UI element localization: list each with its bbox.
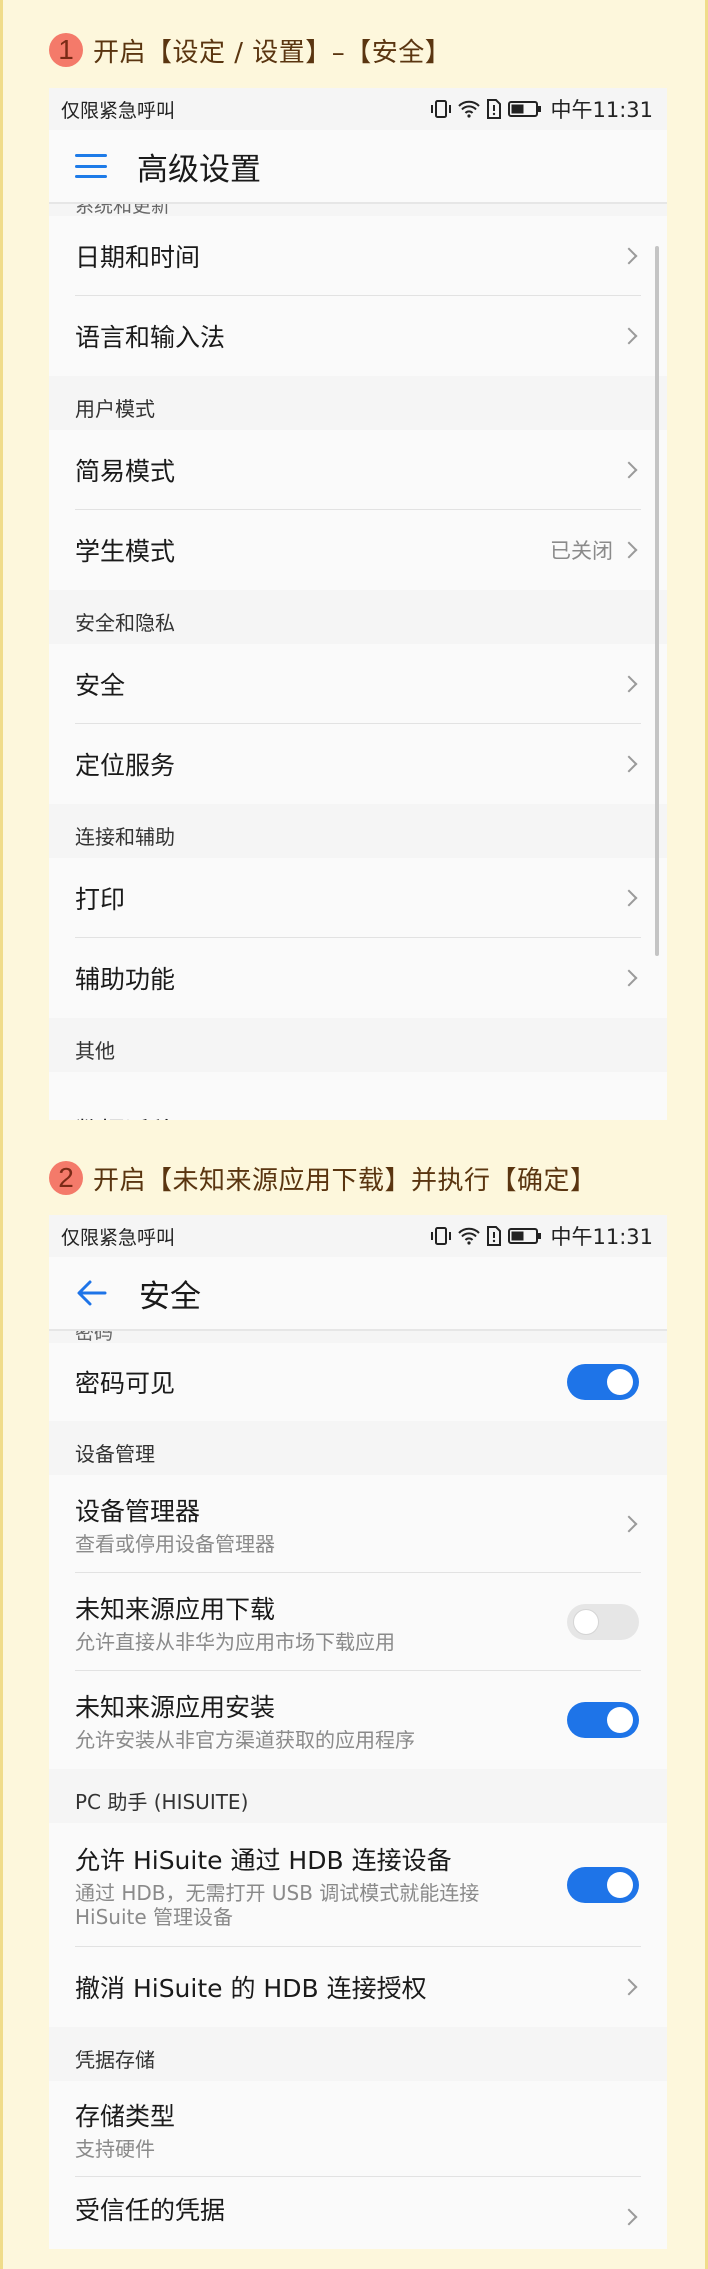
item-subtitle: 通过 HDB，无需打开 USB 调试模式就能连接 HiSuite 管理设备: [75, 1881, 480, 1929]
settings-item-security[interactable]: 安全: [49, 644, 667, 724]
settings-item-location[interactable]: 定位服务: [49, 724, 667, 804]
item-label: 设备管理器: [75, 1497, 201, 1526]
settings-item-simple-mode[interactable]: 简易模式: [49, 430, 667, 510]
settings-list: 系统和更新 日期和时间 语言和输入法 用户模式 简易模式 学生模式 已关闭 安全…: [49, 204, 667, 1120]
settings-item-unknown-sources-install[interactable]: 未知来源应用安装 允许安装从非官方渠道获取的应用程序: [49, 1671, 667, 1769]
section-header-pc-assistant: PC 助手 (HISUITE): [49, 1769, 667, 1823]
status-time: 中午11:31: [550, 1225, 653, 1249]
step-2-heading: 2 开启【未知来源应用下载】并执行【确定】: [49, 1158, 597, 1198]
back-icon[interactable]: [75, 1276, 109, 1310]
item-label: 简易模式: [75, 457, 176, 486]
item-label: 存储类型: [75, 2102, 176, 2131]
settings-item-password-visible[interactable]: 密码可见: [49, 1343, 667, 1421]
sim-icon: [487, 1226, 502, 1246]
item-subtitle: 支持硬件: [75, 2137, 155, 2161]
settings-item-student-mode[interactable]: 学生模式 已关闭: [49, 510, 667, 590]
page-title: 高级设置: [137, 151, 261, 188]
item-subtitle: 允许直接从非华为应用市场下载应用: [75, 1630, 395, 1654]
status-bar: 仅限紧急呼叫 中午11:31: [49, 1215, 667, 1257]
battery-icon: [508, 101, 542, 117]
item-label: 密码可见: [75, 1369, 176, 1398]
title-bar: 高级设置: [49, 130, 667, 204]
phone-screen-advanced-settings: 仅限紧急呼叫 中午11:31 高级设置 系统和更新 日期和时间 语言和输入法 用…: [49, 88, 667, 1120]
item-label: 受信任的凭据: [75, 2196, 226, 2225]
battery-icon: [508, 1228, 542, 1244]
item-label: 未知来源应用安装: [75, 1693, 276, 1722]
item-label: 辅助功能: [75, 965, 176, 994]
student-mode-status: 已关闭: [550, 539, 613, 563]
item-label: 打印: [75, 885, 126, 914]
status-emergency-only: 仅限紧急呼叫: [61, 99, 176, 122]
chevron-right-icon: [620, 969, 638, 987]
settings-item-language[interactable]: 语言和输入法: [49, 296, 667, 376]
title-bar: 安全: [49, 1257, 667, 1331]
vibrate-icon: [431, 1227, 452, 1245]
status-icons: [430, 99, 542, 119]
step-1-heading: 1 开启【设定 / 设置】–【安全】: [49, 30, 451, 70]
status-icons: [430, 1226, 542, 1246]
item-label: 允许 HiSuite 通过 HDB 连接设备: [75, 1846, 452, 1875]
item-label: 安全: [75, 671, 126, 700]
status-emergency-only: 仅限紧急呼叫: [61, 1226, 176, 1249]
chevron-right-icon: [620, 327, 638, 345]
item-label: 定位服务: [75, 751, 176, 780]
unknown-download-toggle[interactable]: [567, 1604, 639, 1640]
step-text: 开启【未知来源应用下载】并执行【确定】: [93, 1165, 597, 1196]
phone-screen-security: 仅限紧急呼叫 中午11:31 安全 密码 密码可见 设备管理 设备管理器 查看或…: [49, 1215, 667, 2249]
chevron-right-icon: [620, 889, 638, 907]
item-label: 撤消 HiSuite 的 HDB 连接授权: [75, 1974, 427, 2003]
chevron-right-icon: [620, 2208, 638, 2226]
section-header-credential-storage: 凭据存储: [49, 2027, 667, 2081]
chevron-right-icon: [620, 461, 638, 479]
security-settings-list: 密码 密码可见 设备管理 设备管理器 查看或停用设备管理器 未知来源应用下载 允…: [49, 1331, 667, 2249]
status-time: 中午11:31: [550, 98, 653, 122]
section-header-device-management: 设备管理: [49, 1421, 667, 1475]
menu-icon[interactable]: [75, 154, 107, 178]
cut-section-label: 系统和更新: [49, 204, 667, 216]
section-header-other: 其他: [49, 1018, 667, 1072]
chevron-right-icon: [620, 247, 638, 265]
scrollbar[interactable]: [655, 246, 659, 956]
item-label: 数据迁移: [75, 1112, 623, 1120]
status-bar: 仅限紧急呼叫 中午11:31: [49, 88, 667, 130]
unknown-install-toggle[interactable]: [567, 1702, 639, 1738]
item-label: 未知来源应用下载: [75, 1595, 276, 1624]
settings-item-storage-type[interactable]: 存储类型 支持硬件: [49, 2081, 667, 2177]
settings-item-print[interactable]: 打印: [49, 858, 667, 938]
chevron-right-icon: [620, 755, 638, 773]
step-number: 2: [49, 1161, 83, 1195]
page-title: 安全: [139, 1278, 201, 1315]
settings-item-unknown-sources-download[interactable]: 未知来源应用下载 允许直接从非华为应用市场下载应用: [49, 1573, 667, 1671]
section-header-connect-assist: 连接和辅助: [49, 804, 667, 858]
chevron-right-icon: [620, 1978, 638, 1996]
item-label: 学生模式: [75, 537, 176, 566]
vibrate-icon: [431, 100, 452, 118]
chevron-right-icon: [620, 675, 638, 693]
settings-item-revoke-hisuite[interactable]: 撤消 HiSuite 的 HDB 连接授权: [49, 1947, 667, 2027]
item-label: 语言和输入法: [75, 323, 226, 352]
step-number: 1: [49, 33, 83, 67]
wifi-icon: [458, 1227, 481, 1245]
section-header-security-privacy: 安全和隐私: [49, 590, 667, 644]
wifi-icon: [458, 100, 481, 118]
chevron-right-icon: [620, 1515, 638, 1533]
cut-section-label: 密码: [49, 1331, 667, 1343]
settings-item-data-migration[interactable]: 数据迁移: [49, 1072, 667, 1120]
settings-item-accessibility[interactable]: 辅助功能: [49, 938, 667, 1018]
settings-item-date-time[interactable]: 日期和时间: [49, 216, 667, 296]
settings-item-device-admin[interactable]: 设备管理器 查看或停用设备管理器: [49, 1475, 667, 1573]
settings-item-hisuite-hdb[interactable]: 允许 HiSuite 通过 HDB 连接设备 通过 HDB，无需打开 USB 调…: [49, 1823, 667, 1947]
item-subtitle: 允许安装从非官方渠道获取的应用程序: [75, 1728, 415, 1752]
hisuite-hdb-toggle[interactable]: [567, 1867, 639, 1903]
sim-icon: [487, 99, 502, 119]
password-visible-toggle[interactable]: [567, 1364, 639, 1400]
item-subtitle: 查看或停用设备管理器: [75, 1532, 275, 1556]
chevron-right-icon: [620, 541, 638, 559]
step-text: 开启【设定 / 设置】–【安全】: [93, 37, 452, 68]
item-label: 日期和时间: [75, 243, 201, 272]
section-header-user-mode: 用户模式: [49, 376, 667, 430]
settings-item-trusted-credentials[interactable]: 受信任的凭据: [49, 2177, 667, 2249]
